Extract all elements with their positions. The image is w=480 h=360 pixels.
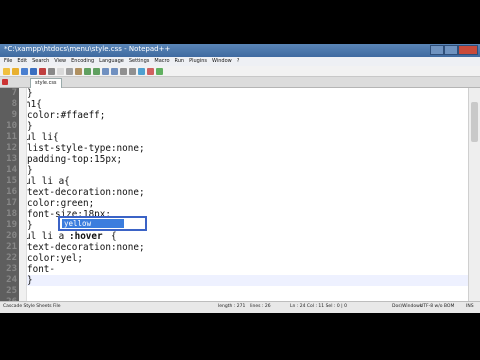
code-line: padding-top:15px; xyxy=(27,154,123,165)
status-bar: Cascade Style Sheets File length : 271 l… xyxy=(0,301,480,313)
menu-plugins[interactable]: Plugins xyxy=(189,57,207,66)
line-number: 18 xyxy=(6,209,17,219)
undo-icon[interactable] xyxy=(84,67,91,75)
line-number: 20 xyxy=(6,231,17,241)
copy-icon[interactable] xyxy=(66,67,73,75)
code-editor[interactable]: } h1{ color:#ffaeff; } ul li{ list-style… xyxy=(27,88,468,301)
line-number: 9 xyxy=(11,110,17,120)
line-number: 12 xyxy=(6,143,17,153)
status-file-type: Cascade Style Sheets File xyxy=(3,304,61,309)
find-icon[interactable] xyxy=(102,67,109,75)
code-line: } xyxy=(27,165,33,176)
code-line: h1{ xyxy=(27,99,42,110)
line-number: 22 xyxy=(6,253,17,263)
line-number: 19 xyxy=(6,220,17,230)
status-mode: INS xyxy=(466,304,474,309)
maximize-button[interactable] xyxy=(444,45,458,55)
menu-help[interactable]: ? xyxy=(237,57,240,66)
scrollbar-thumb[interactable] xyxy=(471,102,478,142)
close-file-icon[interactable] xyxy=(39,67,46,75)
line-number: 10 xyxy=(6,121,17,131)
code-line: ul li{ xyxy=(27,132,59,143)
code-line: text-decoration:none; xyxy=(27,242,145,253)
menu-view[interactable]: View xyxy=(54,57,66,66)
menu-settings[interactable]: Settings xyxy=(129,57,150,66)
line-number: 17 xyxy=(6,198,17,208)
menu-macro[interactable]: Macro xyxy=(154,57,169,66)
autocomplete-popup: yellow xyxy=(58,216,147,231)
code-line: { xyxy=(111,231,117,242)
paste-icon[interactable] xyxy=(75,67,82,75)
line-number: 13 xyxy=(6,154,17,164)
sync-scroll-icon[interactable] xyxy=(138,67,145,75)
code-line: } xyxy=(27,220,33,231)
notepad-window: *C:\xampp\htdocs\menu\style.css - Notepa… xyxy=(0,44,480,313)
tab-bar: style.css xyxy=(0,77,480,88)
save-icon[interactable] xyxy=(21,67,28,75)
print-icon[interactable] xyxy=(48,67,55,75)
autocomplete-item-selected[interactable]: yellow xyxy=(62,219,124,228)
line-number: 15 xyxy=(6,176,17,186)
replace-icon[interactable] xyxy=(111,67,118,75)
line-number: 8 xyxy=(11,99,17,109)
zoom-in-icon[interactable] xyxy=(120,67,127,75)
line-number: 24 xyxy=(6,275,17,285)
save-all-icon[interactable] xyxy=(30,67,37,75)
redo-icon[interactable] xyxy=(93,67,100,75)
tab-style-css[interactable]: style.css xyxy=(30,78,62,88)
menu-search[interactable]: Search xyxy=(32,57,49,66)
code-line: ul li a xyxy=(27,231,65,242)
title-bar: *C:\xampp\htdocs\menu\style.css - Notepa… xyxy=(0,44,480,57)
code-line: color:#ffaeff; xyxy=(27,110,106,121)
code-line: } xyxy=(27,275,33,286)
minimize-button[interactable] xyxy=(430,45,444,55)
menu-bar: File Edit Search View Encoding Language … xyxy=(0,57,480,66)
current-line-highlight xyxy=(27,275,468,286)
status-length: length : 271 xyxy=(218,304,246,309)
code-line: color:yel; xyxy=(27,253,83,264)
line-number-gutter: 7 8 9 10 11 12 13 14 15 16 17 18 19 20 2… xyxy=(0,88,19,307)
status-eol: Dos\Windows xyxy=(392,304,423,309)
close-button[interactable] xyxy=(458,45,478,55)
line-number: 16 xyxy=(6,187,17,197)
code-line: ul li a{ xyxy=(27,176,70,187)
open-file-icon[interactable] xyxy=(12,67,19,75)
line-number: 11 xyxy=(6,132,17,142)
play-macro-icon[interactable] xyxy=(156,67,163,75)
menu-file[interactable]: File xyxy=(4,57,12,66)
record-macro-icon[interactable] xyxy=(147,67,154,75)
menu-run[interactable]: Run xyxy=(175,57,185,66)
vertical-scrollbar[interactable] xyxy=(468,88,480,301)
line-number: 7 xyxy=(11,88,17,98)
code-line: } xyxy=(27,88,33,99)
status-encoding: UTF-8 w/o BOM xyxy=(420,304,455,309)
code-line: font- xyxy=(27,264,55,275)
code-line: } xyxy=(27,121,33,132)
status-lines: lines : 26 xyxy=(250,304,271,309)
toolbar xyxy=(0,66,480,77)
new-file-icon[interactable] xyxy=(3,67,10,75)
cut-icon[interactable] xyxy=(57,67,64,75)
menu-encoding[interactable]: Encoding xyxy=(71,57,94,66)
line-number: 23 xyxy=(6,264,17,274)
menu-window[interactable]: Window xyxy=(212,57,232,66)
fold-margin[interactable] xyxy=(19,88,27,301)
line-number: 14 xyxy=(6,165,17,175)
code-line-hover-selector: :hover xyxy=(69,231,103,242)
code-line: list-style-type:none; xyxy=(27,143,145,154)
code-line: text-decoration:none; xyxy=(27,187,145,198)
line-number: 25 xyxy=(6,286,17,296)
window-title: *C:\xampp\htdocs\menu\style.css - Notepa… xyxy=(4,45,171,53)
close-tab-icon[interactable] xyxy=(2,79,8,85)
menu-edit[interactable]: Edit xyxy=(17,57,27,66)
code-line: color:green; xyxy=(27,198,95,209)
line-number: 21 xyxy=(6,242,17,252)
zoom-out-icon[interactable] xyxy=(129,67,136,75)
status-position: Ln : 24 Col : 11 Sel : 0 | 0 xyxy=(290,304,347,309)
menu-language[interactable]: Language xyxy=(99,57,124,66)
